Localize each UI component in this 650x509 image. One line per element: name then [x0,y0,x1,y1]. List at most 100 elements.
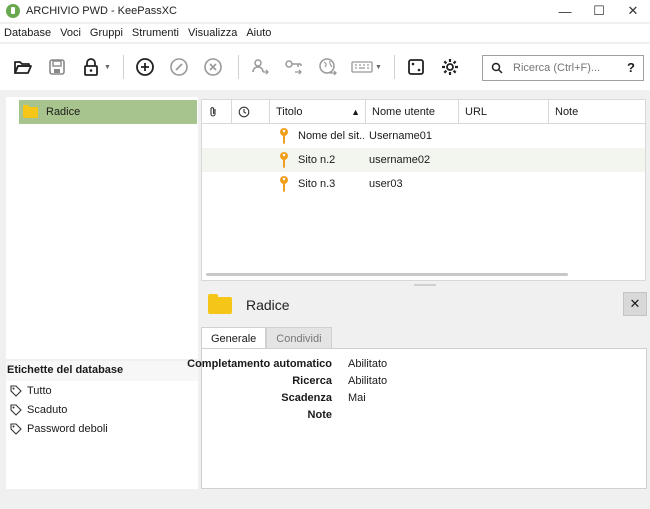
field-row: Scadenza Mai [202,392,642,408]
delete-entry-button[interactable] [198,52,228,82]
window-controls: — ☐ ✕ [548,0,650,22]
plus-circle-icon [136,58,154,76]
maximize-button[interactable]: ☐ [582,0,616,22]
column-username[interactable]: Nome utente [366,100,459,124]
folder-open-icon [14,61,32,74]
entry-title: Nome del sit... [298,130,364,142]
toolbar-separator [237,55,239,79]
menu-database[interactable]: Database [4,27,51,39]
key-icon [280,152,288,169]
menu-visualizza[interactable]: Visualizza [188,27,237,39]
column-username-label: Nome utente [372,106,435,118]
add-entry-button[interactable] [130,52,160,82]
group-item-radice[interactable]: Radice [19,100,197,124]
menu-voci[interactable]: Voci [60,27,81,39]
tag-item-scaduto[interactable]: Scaduto [10,404,67,416]
menu-aiuto[interactable]: Aiuto [246,27,271,39]
save-icon [49,59,65,75]
search-icon [491,62,503,74]
sort-ascending-icon: ▲ [351,107,360,117]
group-label: Radice [46,106,81,118]
pencil-circle-icon [170,58,188,76]
tag-item-password-deboli[interactable]: Password deboli [10,423,108,435]
toolbar-separator [122,55,124,79]
tab-condividi[interactable]: Condividi [266,327,332,349]
tag-label: Tutto [27,385,52,397]
x-circle-icon [204,58,222,76]
tag-label: Scaduto [27,404,68,416]
tag-label: Password deboli [27,423,108,435]
column-notes-label: Note [555,106,579,118]
folder-icon [23,104,38,118]
details-title: Radice [246,297,290,313]
details-tab-body: Completamento automatico Abilitato Ricer… [187,348,647,489]
field-row: Completamento automatico Abilitato [187,358,642,374]
splitter-handle[interactable] [414,284,436,286]
paperclip-icon [210,107,216,117]
entry-username: username02 [369,154,431,166]
field-label: Ricerca [292,375,332,387]
tag-search-icon [10,385,22,397]
dice-icon [407,59,424,75]
lock-icon [84,58,98,76]
group-tree: Radice [6,97,198,359]
tab-generale[interactable]: Generale [201,327,267,349]
edit-entry-button[interactable] [164,52,194,82]
settings-button[interactable] [435,52,465,82]
minimize-button[interactable]: — [548,0,582,22]
folder-icon [208,293,232,314]
tags-header: Etichette del database [6,361,198,381]
details-tabs: Generale Condividi [201,327,332,349]
password-generator-button[interactable] [401,52,431,82]
table-row[interactable]: Nome del sit... Username01 [202,124,645,148]
details-header: Radice ✕ [201,289,647,321]
search-help-button[interactable]: ? [627,60,635,75]
field-value: Abilitato [348,358,388,370]
column-title[interactable]: Titolo ▲ [270,100,366,124]
tag-search-icon [10,423,22,435]
field-label: Completamento automatico [187,358,332,370]
entry-username: Username01 [369,130,432,142]
column-notes[interactable]: Note [549,100,645,124]
tags-panel: Etichette del database Tutto Scaduto Pas… [6,361,198,489]
menu-gruppi[interactable]: Gruppi [90,27,123,39]
autotype-button[interactable] [347,52,377,82]
tag-search-icon [10,404,22,416]
lock-dropdown-arrow-icon[interactable]: ▼ [104,64,111,71]
menu-bar: Database Voci Gruppi Strumenti Visualizz… [0,24,650,42]
close-details-button[interactable]: ✕ [623,292,647,316]
field-row: Ricerca Abilitato [202,375,642,391]
keyboard-icon [351,61,373,73]
window-title: ARCHIVIO PWD - KeePassXC [26,5,177,17]
close-window-button[interactable]: ✕ [616,0,650,22]
save-database-button[interactable] [42,52,72,82]
column-url[interactable]: URL [459,100,549,124]
horizontal-scrollbar[interactable] [206,273,568,276]
lock-database-button[interactable] [76,52,106,82]
column-attachment[interactable] [202,100,232,124]
table-row[interactable]: Sito n.2 username02 [202,148,645,172]
field-label: Scadenza [281,392,332,404]
tag-item-tutto[interactable]: Tutto [10,385,52,397]
field-row: Note [202,409,642,425]
table-row[interactable]: Sito n.3 user03 [202,172,645,196]
entry-table: Titolo ▲ Nome utente URL Note Nome del s… [201,99,646,281]
search-input[interactable] [513,62,623,74]
entry-username: user03 [369,178,403,190]
copy-username-button[interactable] [245,52,275,82]
entry-title: Sito n.2 [298,154,336,166]
open-database-button[interactable] [8,52,38,82]
open-url-button[interactable] [313,52,343,82]
key-arrow-icon [285,60,302,75]
copy-password-button[interactable] [279,52,309,82]
entry-title: Sito n.3 [298,178,336,190]
menu-strumenti[interactable]: Strumenti [132,27,179,39]
keepassxc-logo-icon [6,4,20,18]
autotype-dropdown-arrow-icon[interactable]: ▼ [375,64,382,71]
details-panel: Radice ✕ Generale Condividi Completament… [187,289,647,489]
field-value: Abilitato [348,375,388,387]
status-bar [0,494,650,509]
search-box: ? [482,55,644,81]
user-arrow-icon [252,59,269,75]
column-modified[interactable] [232,100,270,124]
